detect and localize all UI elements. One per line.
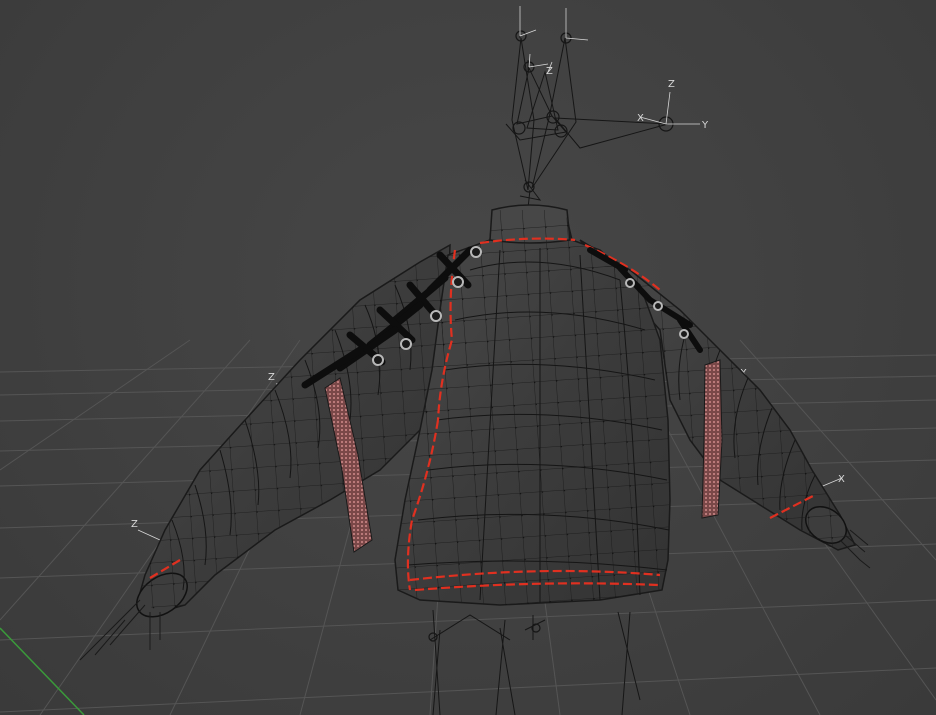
axis-label-x: X — [637, 113, 644, 124]
axis-label-z: Z — [668, 79, 675, 90]
y-axis-line — [0, 627, 85, 715]
axis-label-z: Z — [268, 372, 275, 383]
axis-label-y: Y — [701, 120, 709, 131]
axis-label-z: Z — [131, 519, 138, 530]
right-lace-ribbon[interactable] — [701, 359, 723, 519]
axis-label-x: X — [838, 474, 845, 485]
viewport-canvas[interactable]: Z Y X Z Z X X Z — [0, 0, 936, 715]
axis-label-z: Z — [546, 66, 553, 77]
3d-viewport[interactable]: Z Y X Z Z X X Z — [0, 0, 936, 715]
